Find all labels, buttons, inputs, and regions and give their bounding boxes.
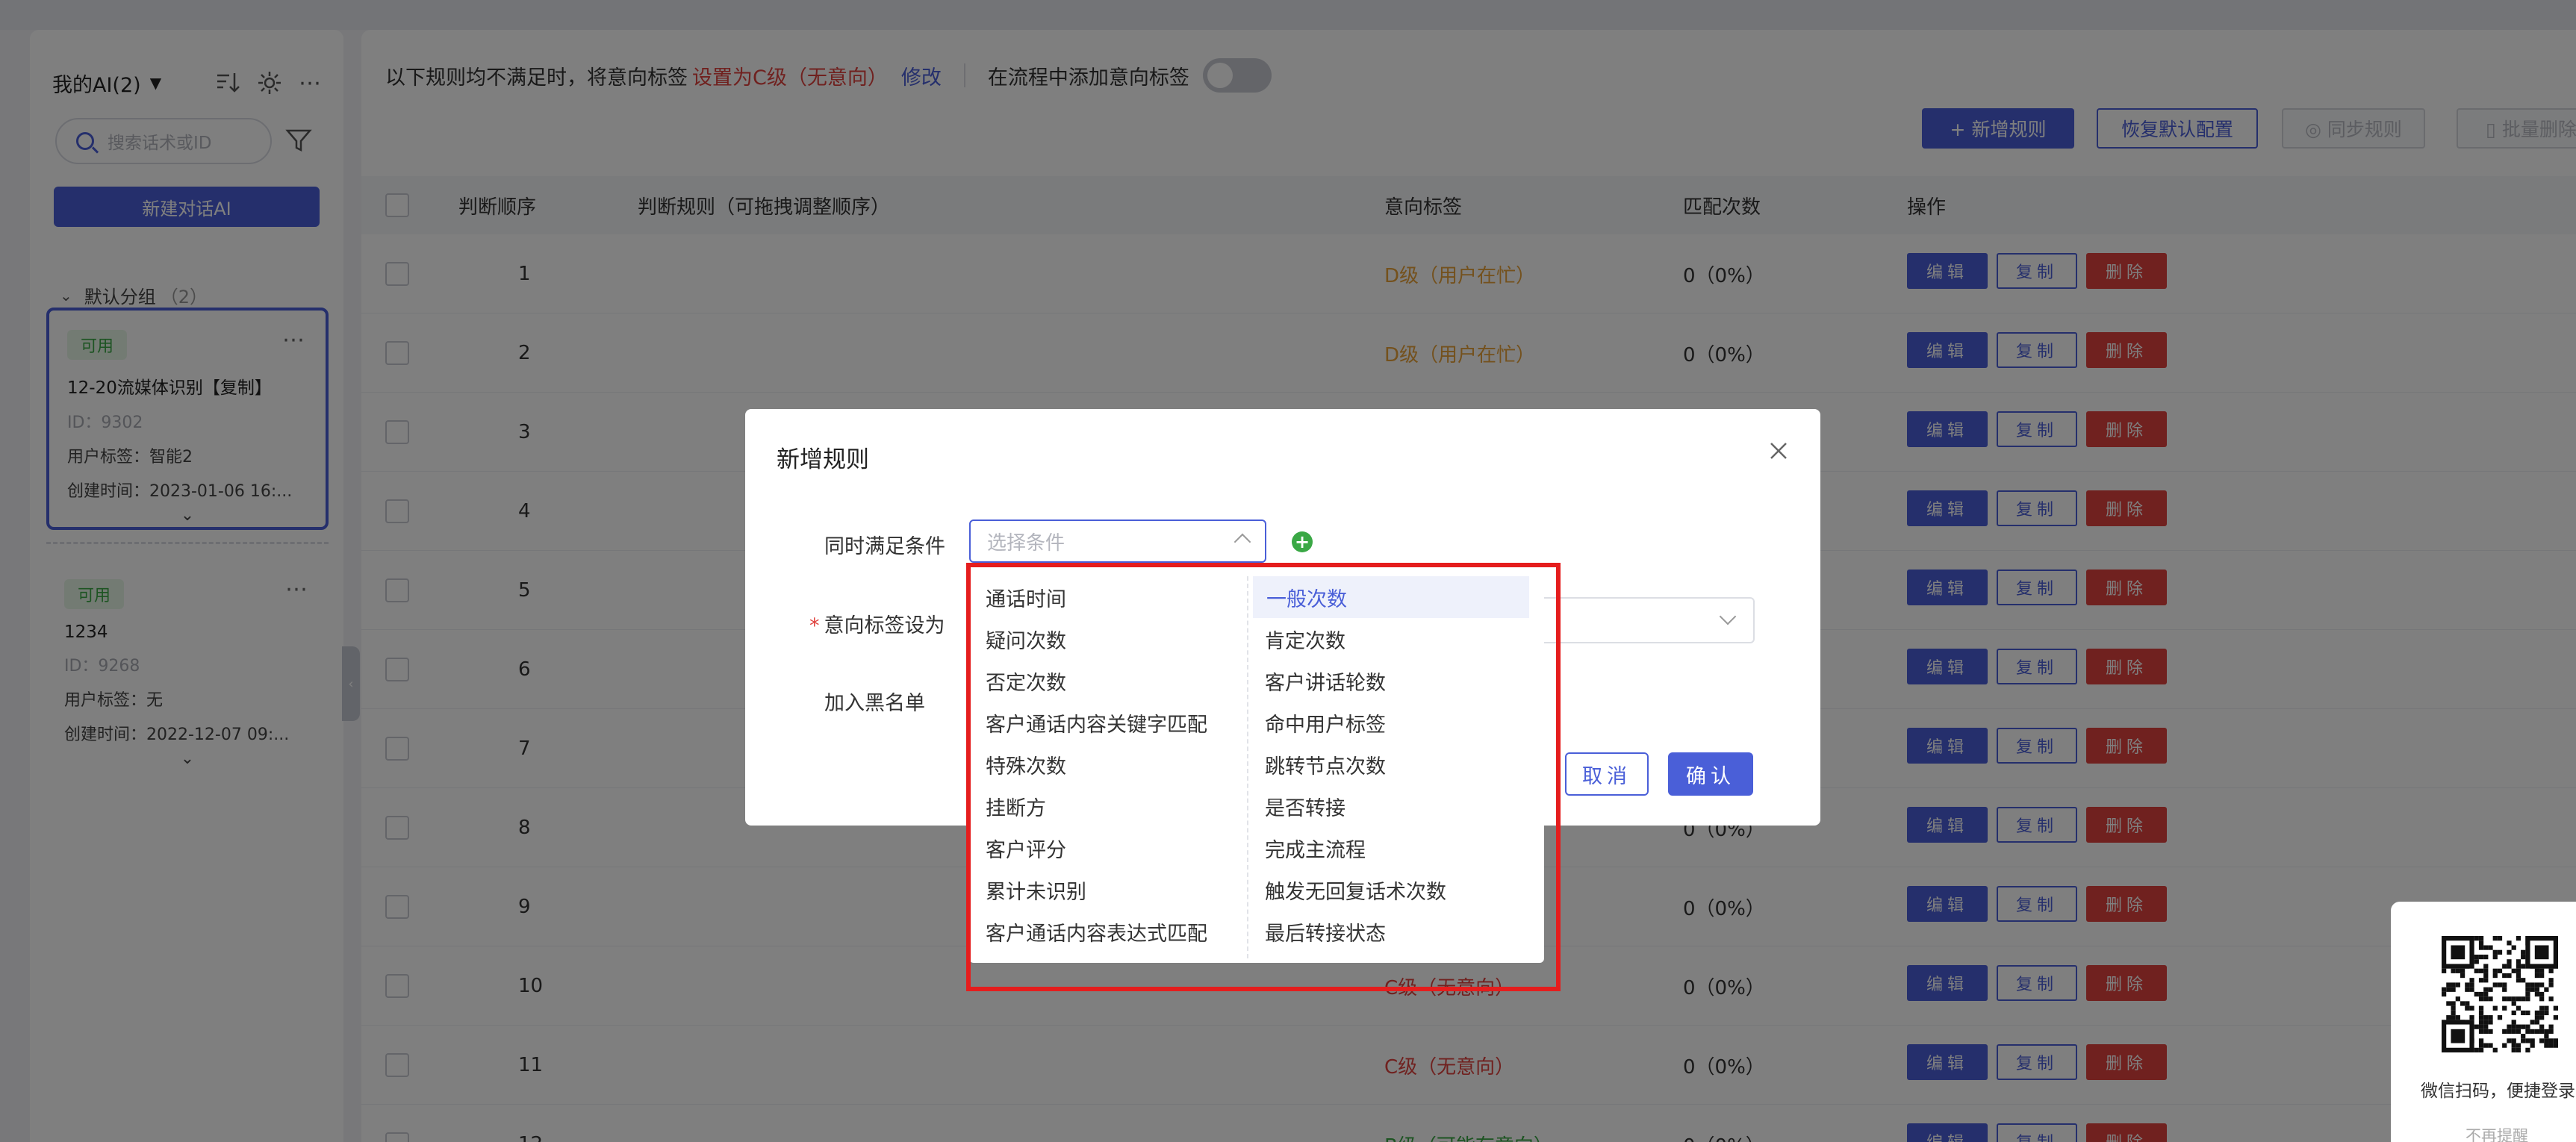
- chevron-down-icon: [1719, 608, 1737, 625]
- add-condition-icon[interactable]: +: [1292, 531, 1313, 552]
- modal-title: 新增规则: [777, 446, 869, 473]
- qr-text: 微信扫码，便捷登录: [2421, 1082, 2575, 1101]
- condition-select[interactable]: 选择条件: [969, 519, 1266, 563]
- cancel-button[interactable]: 取消: [1565, 752, 1649, 796]
- blacklist-label: 加入黑名单: [824, 692, 925, 715]
- condition-label: 同时满足条件: [824, 535, 945, 558]
- qr-login-panel: 微信扫码，便捷登录 不再提醒: [2391, 902, 2576, 1142]
- tag-label: * 意向标签设为: [809, 609, 945, 638]
- chevron-up-icon: [1233, 533, 1251, 551]
- qr-code-image: [2442, 936, 2558, 1052]
- required-mark: *: [809, 614, 820, 637]
- tag-label-text: 意向标签设为: [824, 614, 945, 637]
- dismiss-reminder-link[interactable]: 不再提醒: [2465, 1124, 2528, 1142]
- condition-placeholder: 选择条件: [987, 531, 1065, 555]
- close-icon[interactable]: [1765, 437, 1792, 464]
- highlight-box: [966, 563, 1561, 991]
- confirm-button[interactable]: 确认: [1668, 752, 1753, 796]
